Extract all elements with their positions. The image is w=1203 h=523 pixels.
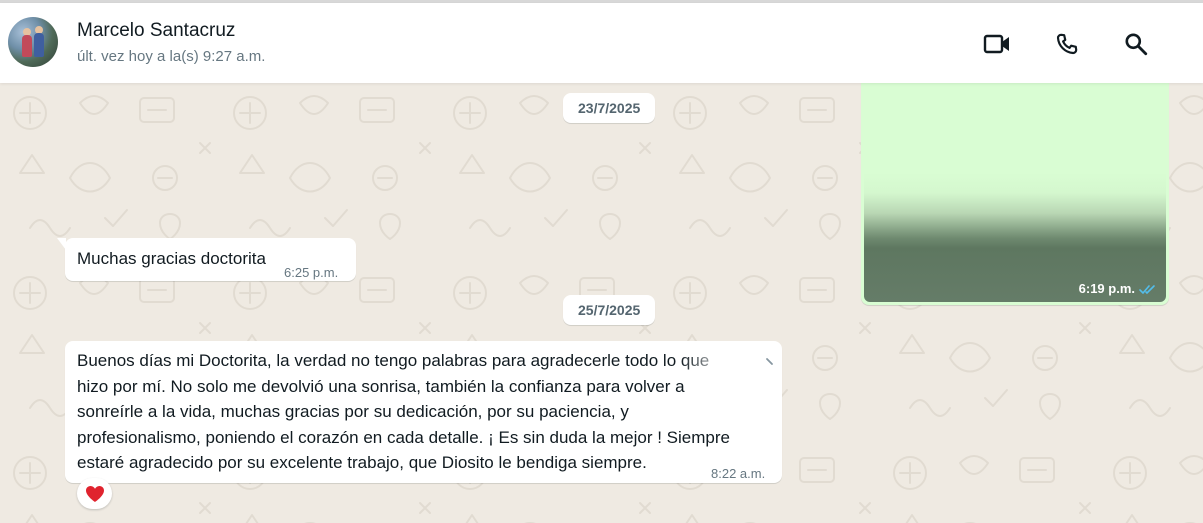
- video-call-icon: [983, 34, 1009, 54]
- message-line: estaré agradecido por su excelente traba…: [77, 453, 647, 472]
- chevron-down-icon[interactable]: [764, 356, 776, 368]
- message-text: Muchas gracias doctorita: [77, 249, 266, 268]
- date-separator: 23/7/2025: [563, 93, 656, 123]
- message-reaction[interactable]: [77, 478, 112, 509]
- message-time: 6:19 p.m.: [1078, 281, 1135, 296]
- video-call-button[interactable]: [982, 29, 1012, 59]
- chat-messages-area[interactable]: 6:19 p.m. 23/7/2025 Muchas gracias docto…: [0, 83, 1203, 523]
- chat-header: Marcelo Santacruz últ. vez hoy a la(s) 9…: [0, 3, 1203, 83]
- read-receipt-icon: [1139, 285, 1155, 295]
- message-line: sonreírle a la vida, muchas gracias por …: [77, 402, 629, 421]
- contact-avatar[interactable]: [8, 17, 58, 67]
- voice-call-button[interactable]: [1052, 29, 1082, 59]
- incoming-message[interactable]: Buenos días mi Doctorita, la verdad no t…: [65, 341, 782, 483]
- message-line: hizo por mí. No solo me devolvió una son…: [77, 376, 685, 396]
- red-heart-icon: [85, 485, 104, 502]
- search-icon: [1125, 33, 1148, 56]
- incoming-message[interactable]: Muchas gracias doctorita 6:25 p.m.: [57, 238, 356, 281]
- date-separator: 25/7/2025: [563, 295, 656, 325]
- voice-call-icon: [1056, 33, 1078, 55]
- image-attachment[interactable]: [864, 83, 1166, 302]
- contact-last-seen: últ. vez hoy a la(s) 9:27 a.m.: [77, 48, 266, 65]
- search-button[interactable]: [1121, 29, 1151, 59]
- message-line: profesionalismo, poniendo el corazón en …: [77, 427, 730, 447]
- message-time: 6:25 p.m.: [284, 265, 339, 280]
- outgoing-image-message[interactable]: 6:19 p.m.: [861, 83, 1169, 305]
- bubble-tail: [57, 238, 66, 250]
- message-time: 8:22 a.m.: [711, 466, 766, 481]
- contact-name[interactable]: Marcelo Santacruz: [77, 20, 235, 42]
- message-line: Buenos días mi Doctorita, la verdad no t…: [77, 351, 710, 370]
- message-text: Buenos días mi Doctorita, la verdad no t…: [77, 348, 741, 476]
